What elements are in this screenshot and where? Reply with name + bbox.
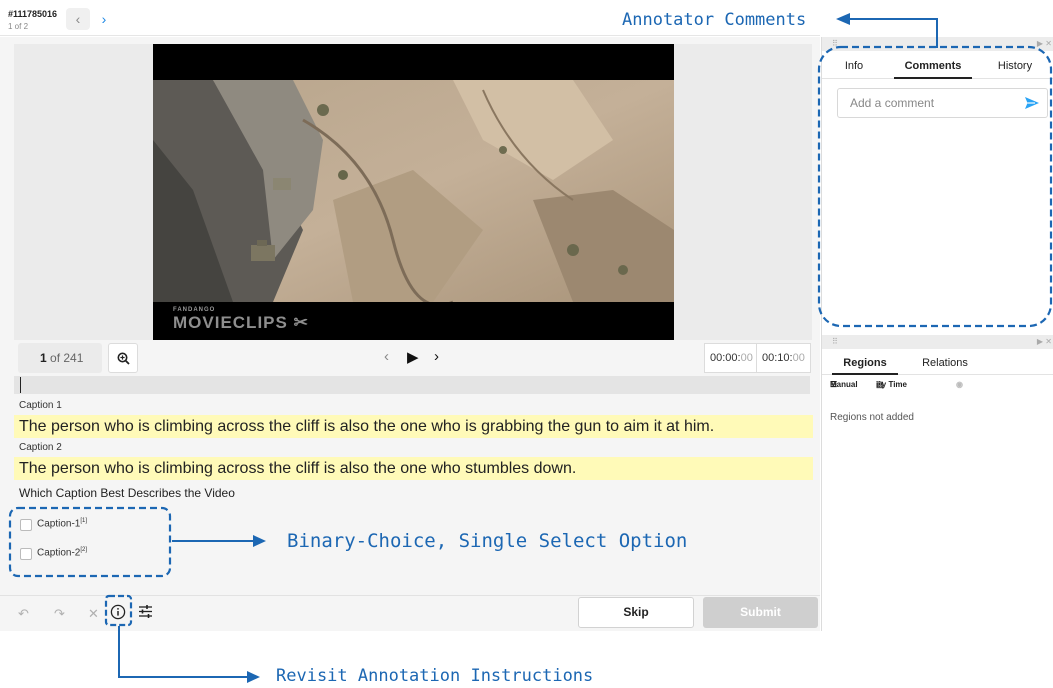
video-frame	[153, 80, 674, 302]
video-controls: 1 of 241 ‹ ▶ › 00:00:00 00:10:00	[14, 343, 812, 373]
visibility-icon[interactable]: ◉	[956, 380, 963, 389]
current-time: 00:00:00	[704, 343, 759, 373]
collapse-panel-icon[interactable]: ▶ ✕	[1037, 39, 1052, 48]
info-icon-graphic	[110, 604, 126, 620]
drag-handle-icon[interactable]: ⠿	[832, 337, 838, 346]
tab-regions[interactable]: Regions	[832, 353, 898, 375]
info-icon[interactable]	[110, 604, 126, 623]
reset-icon[interactable]: ✕	[88, 606, 99, 622]
checkbox[interactable]	[20, 548, 32, 560]
send-icon[interactable]	[1023, 94, 1041, 112]
question-text: Which Caption Best Describes the Video	[19, 486, 235, 500]
timeline-track[interactable]	[14, 376, 810, 394]
instructions-arrow-head	[247, 671, 260, 683]
video-area: FANDANGO MOVIECLIPS ✂	[14, 44, 812, 340]
timeline-cursor[interactable]	[20, 377, 21, 393]
redo-icon[interactable]: ↷	[54, 606, 65, 622]
prev-task-button[interactable]: ‹	[66, 8, 90, 30]
prev-frame-button[interactable]: ‹	[384, 348, 389, 365]
side-panel: ⠿ ▶ ✕ Info Comments History Add a commen…	[821, 37, 1053, 631]
panel-header: ⠿ ▶ ✕	[822, 37, 1053, 51]
instructions-callout-text: Revisit Annotation Instructions	[276, 666, 594, 686]
task-count: 1 of 2	[8, 22, 29, 31]
chevron-left-icon: ‹	[75, 11, 81, 27]
region-tabs: Regions Relations	[822, 353, 1053, 375]
play-icon: ▶	[407, 349, 419, 366]
choice-label: Caption-2[2]	[37, 547, 88, 559]
play-button[interactable]: ▶	[407, 348, 419, 366]
settings-sliders-icon[interactable]	[138, 604, 153, 622]
zoom-in-icon	[117, 352, 130, 365]
caption-2-text: The person who is climbing across the cl…	[14, 457, 813, 480]
comments-callout-text: Annotator Comments	[622, 10, 807, 30]
task-id: #111785016	[8, 9, 58, 19]
caption-2-label: Caption 2	[19, 442, 62, 453]
panel-tabs: Info Comments History	[822, 55, 1053, 79]
zoom-in-button[interactable]	[108, 343, 138, 373]
chevron-right-icon: ›	[434, 348, 439, 365]
duration-time: 00:10:00	[756, 343, 811, 373]
instructions-arrow-line	[118, 626, 248, 678]
annotation-page: #111785016 1 of 2 ‹ › FANDANGO MOVIECLIP…	[0, 0, 1053, 688]
watermark-movieclips: MOVIECLIPS ✂	[173, 313, 309, 332]
checkbox[interactable]	[20, 519, 32, 531]
tab-comments[interactable]: Comments	[894, 55, 972, 79]
next-frame-button[interactable]: ›	[434, 348, 439, 365]
undo-icon[interactable]: ↶	[18, 606, 29, 622]
tab-history[interactable]: History	[982, 55, 1048, 79]
comment-input[interactable]: Add a comment	[837, 88, 1048, 118]
next-task-button[interactable]: ›	[92, 8, 116, 30]
choice-label: Caption-1[1]	[37, 518, 88, 530]
comments-arrow-head	[836, 13, 850, 25]
caption-1-text: The person who is climbing across the cl…	[14, 415, 813, 438]
region-sort-tools: ☰ Manual ▣ By Time ⇅ ◉	[830, 380, 963, 389]
video-player[interactable]: FANDANGO MOVIECLIPS ✂	[153, 44, 674, 340]
tab-relations[interactable]: Relations	[912, 353, 978, 375]
skip-button[interactable]: Skip	[578, 597, 694, 628]
regions-empty-message: Regions not added	[830, 412, 914, 423]
collapse-panel-icon[interactable]: ▶ ✕	[1037, 337, 1052, 346]
chevron-right-icon: ›	[101, 11, 107, 27]
regions-panel-header: ⠿ ▶ ✕	[822, 335, 1053, 349]
comment-placeholder: Add a comment	[850, 96, 935, 110]
submit-button[interactable]: Submit	[703, 597, 818, 628]
frame-counter[interactable]: 1 of 241	[18, 343, 102, 373]
bottom-toolbar: ↶ ↷ ✕ Skip Submit	[0, 595, 820, 631]
choice-callout-text: Binary-Choice, Single Select Option	[287, 530, 688, 552]
sliders-icon-graphic	[139, 605, 152, 618]
tab-info[interactable]: Info	[832, 55, 876, 79]
sort-icon: ⇅	[876, 380, 883, 389]
caption-1-label: Caption 1	[19, 400, 62, 411]
chevron-left-icon: ‹	[384, 348, 389, 365]
drag-handle-icon[interactable]: ⠿	[832, 39, 838, 48]
